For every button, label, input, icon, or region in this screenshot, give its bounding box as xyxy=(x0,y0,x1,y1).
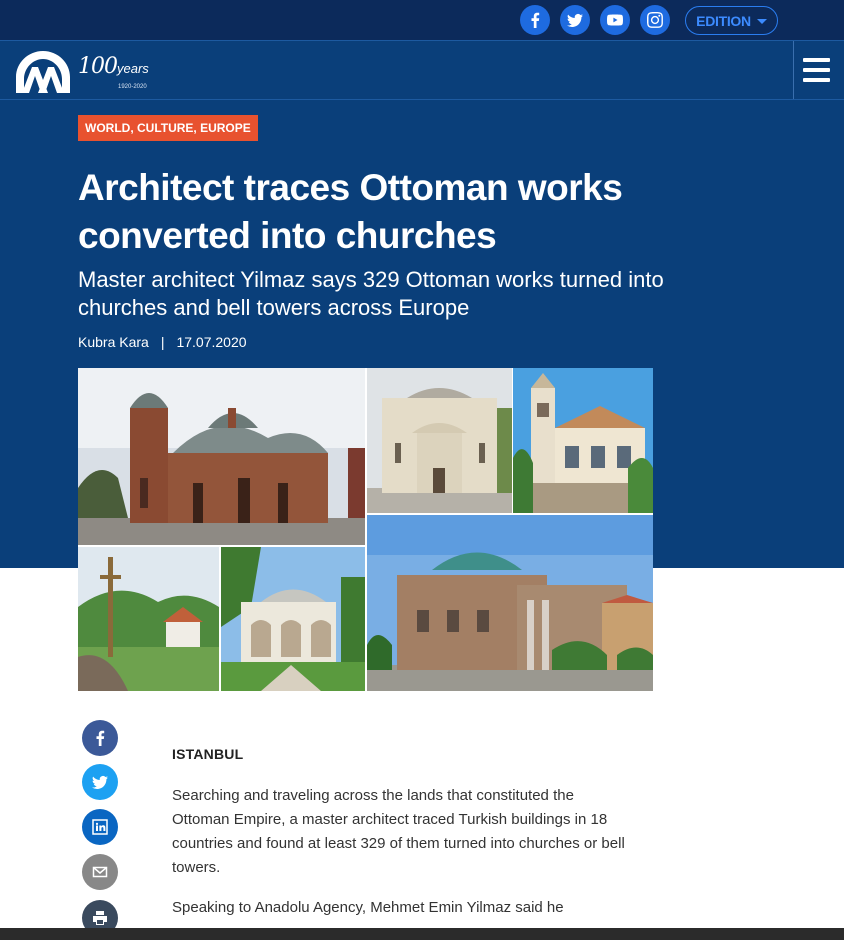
cathedral-photo xyxy=(78,368,365,545)
edition-label: EDITION xyxy=(696,12,751,29)
green-dome-church-photo xyxy=(367,515,653,691)
aa-logo[interactable] xyxy=(14,49,72,95)
article-subtitle: Master architect Yilmaz says 329 Ottoman… xyxy=(78,267,664,320)
instagram-icon[interactable] xyxy=(640,5,670,35)
youtube-icon[interactable] xyxy=(600,5,630,35)
share-linkedin-icon[interactable] xyxy=(82,809,118,845)
site-header: 100years 1920-2020 xyxy=(0,40,844,100)
centennial-mark: 100years 1920-2020 xyxy=(78,54,149,90)
edition-dropdown[interactable]: EDITION xyxy=(685,6,778,35)
publish-date: 17.07.2020 xyxy=(176,334,247,350)
byline-separator: | xyxy=(160,334,165,350)
article-dateline: ISTANBUL xyxy=(172,746,244,762)
browser-bottom-bar xyxy=(0,928,844,940)
arched-mosque-photo xyxy=(221,547,365,691)
chevron-down-icon xyxy=(756,18,767,24)
facebook-icon[interactable] xyxy=(520,5,550,35)
share-mail-icon[interactable] xyxy=(82,854,118,890)
byline: Kubra Kara | 17.07.2020 xyxy=(78,334,247,350)
hamburger-menu-icon[interactable] xyxy=(803,58,830,82)
village-cross-photo xyxy=(78,547,219,691)
top-social-bar: EDITION xyxy=(0,0,844,40)
author-name[interactable]: Kubra Kara xyxy=(78,334,149,350)
centennial-range: 1920-2020 xyxy=(118,84,147,90)
bell-tower-church-photo xyxy=(513,368,653,513)
article-paragraph-1: Searching and traveling across the lands… xyxy=(172,787,625,876)
article-hero-image xyxy=(78,368,653,691)
twitter-icon[interactable] xyxy=(560,5,590,35)
menu-divider xyxy=(793,41,794,99)
article-paragraph-2: Speaking to Anadolu Agency, Mehmet Emin … xyxy=(172,899,564,916)
domed-church-photo xyxy=(367,368,512,513)
share-twitter-icon[interactable] xyxy=(82,764,118,800)
centennial-number: 100 xyxy=(78,54,118,79)
article-title: Architect traces Ottoman works converted… xyxy=(78,167,623,256)
share-facebook-icon[interactable] xyxy=(82,720,118,756)
category-badge[interactable]: WORLD, CULTURE, EUROPE xyxy=(78,115,258,141)
centennial-years: years xyxy=(117,61,149,76)
